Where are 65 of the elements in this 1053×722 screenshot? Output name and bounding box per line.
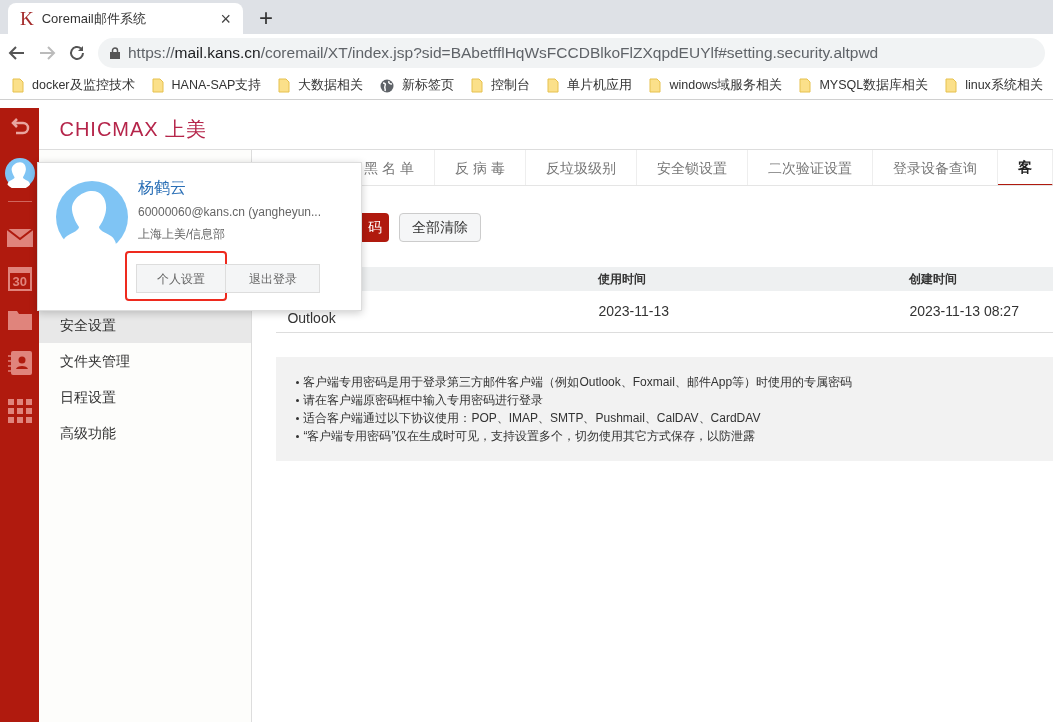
brand-logo: CHICMAX 上美 bbox=[59, 116, 208, 142]
bullet-icon bbox=[296, 435, 300, 438]
bookmark[interactable]: 新标签页 bbox=[380, 76, 455, 95]
note-text: 客户端专用密码是用于登录第三方邮件客户端（例如Outlook、Foxmail、邮件App等）时使用的专属密码 bbox=[303, 374, 853, 391]
user-department: 上海上美/信息部 bbox=[138, 226, 227, 243]
generate-button[interactable]: 码 bbox=[361, 213, 390, 242]
bookmark[interactable]: 大数据相关 bbox=[278, 76, 364, 95]
folder-icon[interactable] bbox=[7, 309, 32, 330]
folder-icon bbox=[12, 78, 24, 93]
user-email: 60000060@kans.cn (yangheyun... bbox=[138, 204, 321, 221]
mail-icon[interactable] bbox=[6, 229, 33, 247]
avatar-icon bbox=[4, 158, 35, 188]
settings-tab[interactable]: 反 病 毒 bbox=[435, 150, 526, 185]
settings-tab[interactable]: 反垃圾级别 bbox=[526, 150, 637, 185]
browser-tab[interactable]: K Coremail邮件系统 × bbox=[8, 3, 243, 34]
globe-icon bbox=[380, 78, 395, 93]
user-name: 杨鹤云 bbox=[138, 178, 187, 198]
bookmark[interactable]: windows域服务相关 bbox=[649, 76, 783, 95]
folder-icon bbox=[799, 78, 812, 93]
bullet-icon bbox=[296, 417, 300, 420]
table-cell-text: 2023-11-13 08:27 bbox=[909, 302, 1019, 321]
contacts-icon[interactable] bbox=[7, 351, 32, 375]
popup-button[interactable]: 退出登录 bbox=[225, 264, 320, 293]
bullet-icon bbox=[296, 381, 300, 384]
url-text: https://mail.kans.cn/coremail/XT/index.jsp?sid=BAbetfflHqWsFCCDBlkoFlZXqpdEUYlf#setting.security.altpwd bbox=[128, 43, 879, 64]
site-logo: K bbox=[20, 9, 34, 28]
settings-tab[interactable]: 二次验证设置 bbox=[748, 150, 873, 185]
lock-icon bbox=[110, 47, 120, 59]
folder-icon bbox=[151, 78, 164, 93]
note-text: 适合客户端通过以下协议使用：POP、IMAP、SMTP、Pushmail、CalDAV、CardDAV bbox=[303, 410, 761, 427]
back-icon[interactable] bbox=[9, 118, 30, 136]
clear-all-button[interactable]: 全部清除 bbox=[399, 213, 482, 242]
folder-icon bbox=[471, 78, 484, 93]
new-tab-button[interactable]: + bbox=[259, 6, 273, 30]
bullet-icon bbox=[296, 399, 300, 402]
address-bar[interactable]: https://mail.kans.cn/coremail/XT/index.jsp?sid=BAbetfflHqWsFCCDBlkoFlZXqpdEUYlf#setting.security.altpwd bbox=[98, 38, 1045, 68]
menu-item[interactable]: 日程设置 bbox=[39, 379, 252, 415]
bookmark[interactable]: 单片机应用 bbox=[547, 76, 633, 95]
popup-button[interactable]: 个人设置 bbox=[136, 264, 226, 293]
note-text: “客户端专用密码”仅在生成时可见，支持设置多个，切勿使用其它方式保存，以防泄露 bbox=[303, 428, 756, 445]
folder-icon bbox=[278, 78, 291, 93]
folder-icon bbox=[945, 78, 958, 93]
menu-item[interactable]: 文件夹管理 bbox=[39, 343, 252, 379]
settings-tab[interactable]: 客 bbox=[998, 150, 1053, 185]
back-icon[interactable] bbox=[8, 44, 26, 62]
settings-tab[interactable]: 登录设备查询 bbox=[873, 150, 998, 185]
bookmark[interactable]: 控制台 bbox=[471, 76, 531, 95]
folder-icon bbox=[649, 78, 662, 93]
column-header: 使用时间 bbox=[598, 271, 648, 288]
tab-title: Coremail邮件系统 bbox=[41, 9, 147, 28]
apps-icon[interactable] bbox=[7, 399, 32, 423]
close-icon[interactable]: × bbox=[220, 9, 231, 28]
bookmark[interactable]: HANA-SAP支持 bbox=[151, 76, 262, 95]
bookmark[interactable]: MYSQL数据库相关 bbox=[799, 76, 929, 95]
table-cell-text: Outlook bbox=[286, 309, 337, 328]
menu-item[interactable]: 高级功能 bbox=[39, 415, 252, 451]
table-cell-text: 2023-11-13 bbox=[598, 302, 670, 321]
note-text: 请在客户端原密码框中输入专用密码进行登录 bbox=[303, 392, 544, 409]
reload-icon[interactable] bbox=[68, 44, 86, 62]
column-header: 创建时间 bbox=[909, 271, 958, 288]
bookmark[interactable]: linux系统相关 bbox=[945, 76, 1043, 95]
folder-icon bbox=[547, 78, 560, 93]
forward-icon[interactable] bbox=[38, 44, 56, 62]
bookmark[interactable]: docker及监控技术 bbox=[12, 76, 135, 95]
settings-tab[interactable]: 安全锁设置 bbox=[637, 150, 748, 185]
